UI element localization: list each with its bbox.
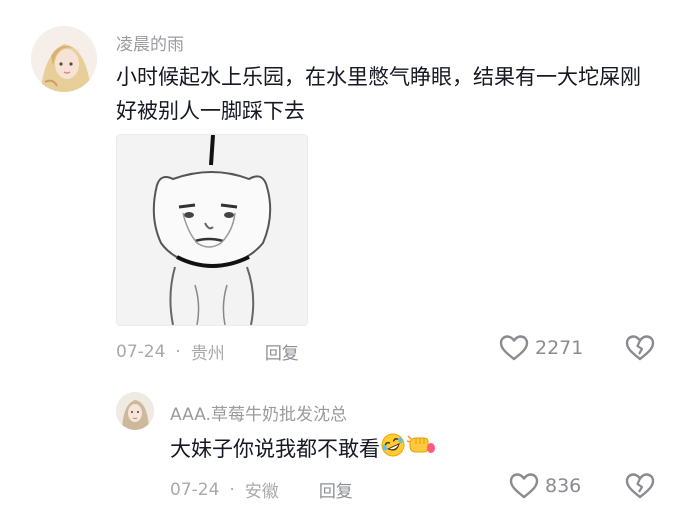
comment-date: 07-24 bbox=[116, 341, 166, 362]
dislike-button[interactable] bbox=[625, 472, 655, 504]
meme-sticker-icon[interactable] bbox=[116, 134, 308, 326]
comment-item: 凌晨的雨 小时候起水上乐园，在水里憋气睁眼，结果有一大坨屎刚好被别人一脚踩下去 … bbox=[0, 0, 690, 380]
separator-dot: · bbox=[229, 479, 235, 500]
avatar[interactable] bbox=[116, 392, 154, 430]
reply-comment-item: AAA.草莓牛奶批发沈总 大妹子你说我都不敢看 07-24 · 安徽 回复 83… bbox=[0, 380, 690, 528]
comment-location: 贵州 bbox=[190, 344, 225, 364]
broken-heart-icon bbox=[625, 335, 655, 361]
like-count: 2271 bbox=[535, 337, 584, 359]
like-button[interactable]: 836 bbox=[509, 472, 581, 500]
comment-username[interactable]: 凌晨的雨 bbox=[116, 30, 184, 55]
heart-icon bbox=[509, 473, 539, 499]
comment-text: 小时候起水上乐园，在水里憋气睁眼，结果有一大坨屎刚好被别人一脚踩下去 bbox=[116, 65, 641, 123]
comment-username[interactable]: AAA.草莓牛奶批发沈总 bbox=[170, 400, 347, 425]
broken-heart-icon bbox=[625, 473, 655, 499]
comment-text: 大妹子你说我都不敢看 bbox=[170, 432, 630, 468]
comment-date: 07-24 bbox=[170, 479, 220, 500]
comment-meta: 07-24 · 安徽 回复 bbox=[170, 477, 353, 503]
like-count: 836 bbox=[545, 475, 582, 497]
heart-icon bbox=[499, 335, 529, 361]
dislike-button[interactable] bbox=[625, 334, 655, 366]
separator-dot: · bbox=[175, 341, 181, 362]
avatar[interactable] bbox=[31, 26, 97, 92]
reply-button[interactable]: 回复 bbox=[265, 339, 299, 364]
comment-text-body: 大妹子你说我都不敢看 bbox=[170, 437, 380, 461]
fist-bump-emoji bbox=[406, 432, 436, 468]
comment-location: 安徽 bbox=[244, 482, 279, 502]
comment-meta: 07-24 · 贵州 回复 bbox=[116, 339, 299, 365]
reply-button[interactable]: 回复 bbox=[319, 477, 353, 502]
like-button[interactable]: 2271 bbox=[499, 334, 583, 362]
rolling-on-floor-laughing-emoji bbox=[380, 432, 406, 468]
